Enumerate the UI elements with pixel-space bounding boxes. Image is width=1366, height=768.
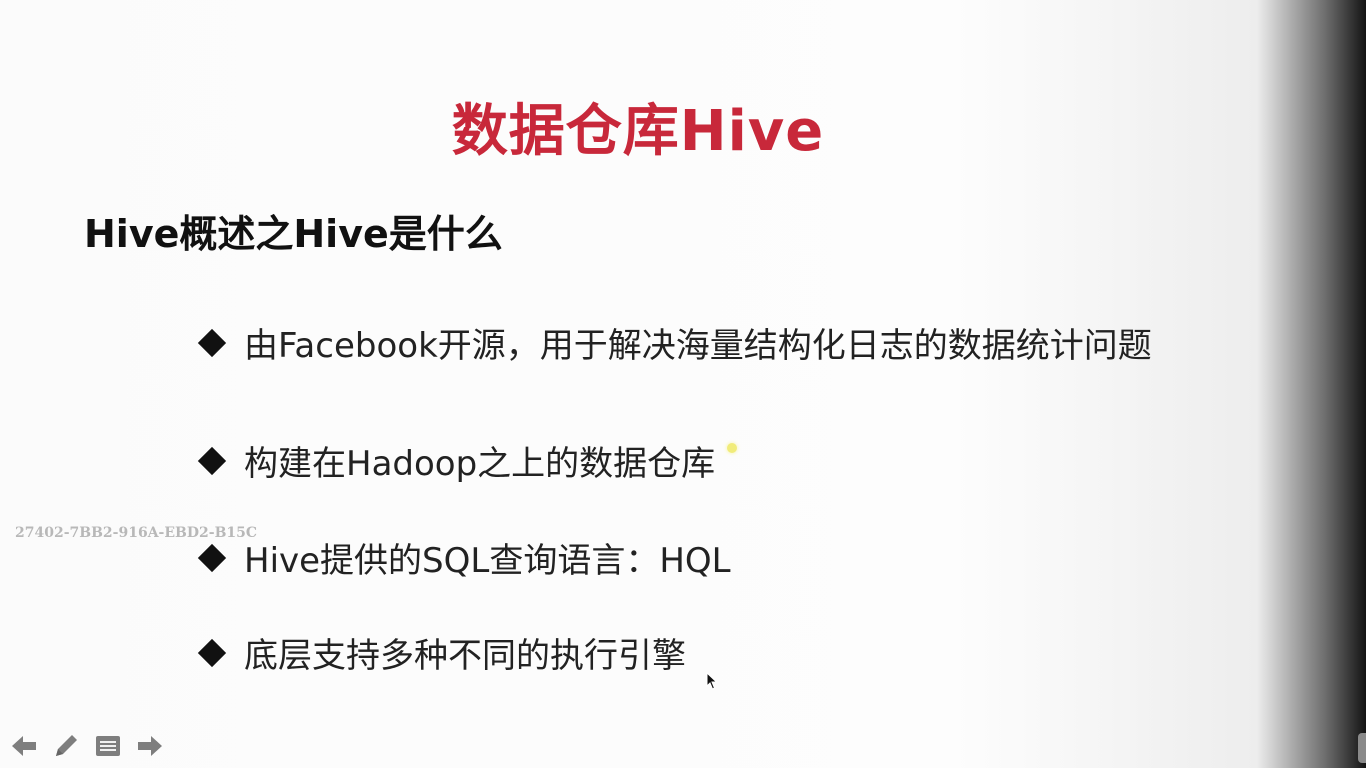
mouse-cursor-icon <box>706 672 718 690</box>
diamond-bullet-icon <box>197 446 227 475</box>
diamond-bullet-icon <box>197 543 227 572</box>
slide-menu-button[interactable] <box>92 732 124 760</box>
laser-pointer-dot <box>727 443 737 453</box>
list-item: 底层支持多种不同的执行引擎 <box>196 628 686 677</box>
bullet-text: 由Facebook开源，用于解决海量结构化日志的数据统计问题 <box>244 326 1152 366</box>
watermark-text: 27402-7BB2-916A-EBD2-B15C <box>15 525 258 541</box>
bullet-text: 底层支持多种不同的执行引擎 <box>244 636 686 676</box>
diamond-bullet-icon <box>197 328 227 357</box>
list-item: Hive提供的SQL查询语言：HQL <box>196 533 731 582</box>
slide: 数据仓库Hive Hive概述之Hive是什么 由Facebook开源，用于解决… <box>0 0 1366 768</box>
diamond-bullet-icon <box>197 638 227 667</box>
pen-icon <box>56 735 77 756</box>
presentation-stage: 数据仓库Hive Hive概述之Hive是什么 由Facebook开源，用于解决… <box>0 0 1366 768</box>
bullet-text: 构建在Hadoop之上的数据仓库 <box>244 444 716 484</box>
scrollbar-handle[interactable] <box>1358 733 1366 763</box>
list-item: 由Facebook开源，用于解决海量结构化日志的数据统计问题 <box>196 318 1152 367</box>
menu-icon <box>96 736 120 756</box>
slideshow-toolbar <box>8 732 166 760</box>
bullet-text: Hive提供的SQL查询语言：HQL <box>244 541 731 581</box>
slide-subtitle: Hive概述之Hive是什么 <box>84 212 503 256</box>
slide-title: 数据仓库Hive <box>451 99 825 164</box>
arrow-right-icon <box>138 736 162 756</box>
arrow-left-icon <box>12 736 36 756</box>
pen-tool-button[interactable] <box>50 732 82 760</box>
next-slide-button[interactable] <box>134 732 166 760</box>
previous-slide-button[interactable] <box>8 732 40 760</box>
list-item: 构建在Hadoop之上的数据仓库 <box>196 436 715 485</box>
